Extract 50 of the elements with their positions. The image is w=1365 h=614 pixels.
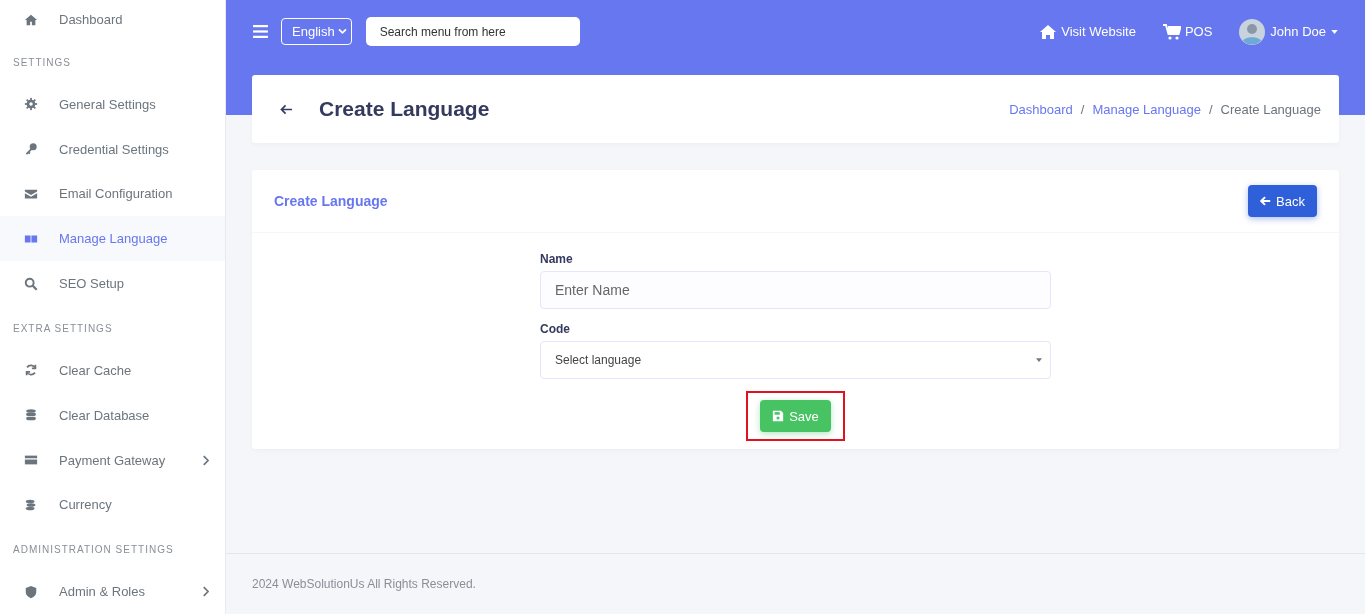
sidebar-item[interactable]: Email Configuration: [0, 171, 225, 217]
key-icon: [24, 142, 38, 157]
home-icon: [24, 12, 38, 27]
cart-icon: [1162, 23, 1181, 40]
arrow-left-icon: [1260, 196, 1272, 206]
gear-icon: [24, 97, 38, 112]
avatar-icon: [1239, 18, 1266, 45]
sidebar-item[interactable]: Clear Cache: [0, 347, 225, 393]
visit-website-link[interactable]: Visit Website: [1039, 23, 1136, 40]
sidebar-item[interactable]: Manage Language: [0, 216, 225, 262]
footer-text: 2024 WebSolutionUs All Rights Reserved.: [226, 553, 1365, 614]
sidebar-item[interactable]: SEO Setup: [0, 261, 225, 306]
field-label: Code: [540, 322, 571, 336]
name-input-field[interactable]: Enter Name: [540, 271, 1051, 309]
breadcrumb-separator: /: [1208, 101, 1213, 117]
breadcrumb-link[interactable]: Manage Language: [1092, 101, 1201, 117]
field-label: Name: [540, 252, 574, 266]
card-icon: [24, 453, 38, 467]
home-icon: [1039, 23, 1058, 40]
sidebar-item[interactable]: General Settings: [0, 81, 225, 127]
sidebar-item[interactable]: Credential Settings: [0, 126, 225, 172]
back-button[interactable]: Back: [1248, 185, 1317, 217]
user-menu[interactable]: John Doe: [1239, 18, 1338, 45]
sidebar-item[interactable]: Clear Database: [0, 392, 225, 438]
sidebar-section-label: SETTINGS: [12, 55, 72, 70]
breadcrumb-current: Create Language: [1220, 101, 1321, 117]
db-icon: [24, 408, 38, 423]
breadcrumb-link[interactable]: Dashboard: [1009, 101, 1073, 117]
sidebar-section-label: ADMINISTRATION SETTINGS: [12, 543, 175, 558]
sidebar-item[interactable]: Admin & Roles: [0, 569, 225, 614]
coins-icon: [24, 497, 38, 512]
caret-icon: [1331, 29, 1338, 34]
caret-icon: [1036, 358, 1042, 362]
pos-link[interactable]: POS: [1162, 23, 1213, 40]
refresh-icon: [24, 363, 38, 378]
breadcrumb-separator: /: [1080, 101, 1085, 117]
search-icon: [24, 276, 38, 291]
sidebar-item[interactable]: Payment Gateway: [0, 437, 225, 483]
page-title: Create Language: [319, 97, 490, 121]
language-select[interactable]: English: [281, 18, 352, 45]
chevron-down-icon: [337, 28, 347, 35]
card-title: Create Language: [274, 193, 388, 209]
shield-icon: [24, 584, 38, 599]
back-arrow-icon[interactable]: [280, 103, 293, 115]
menu-icon[interactable]: [253, 25, 268, 38]
sidebar-section-label: EXTRA SETTINGS: [12, 322, 114, 336]
language-select-field[interactable]: Select language: [540, 341, 1051, 379]
sidebar-item[interactable]: Currency: [0, 482, 225, 528]
sidebar-item[interactable]: Dashboard: [0, 0, 225, 40]
search-field[interactable]: Search menu from here: [365, 17, 580, 46]
